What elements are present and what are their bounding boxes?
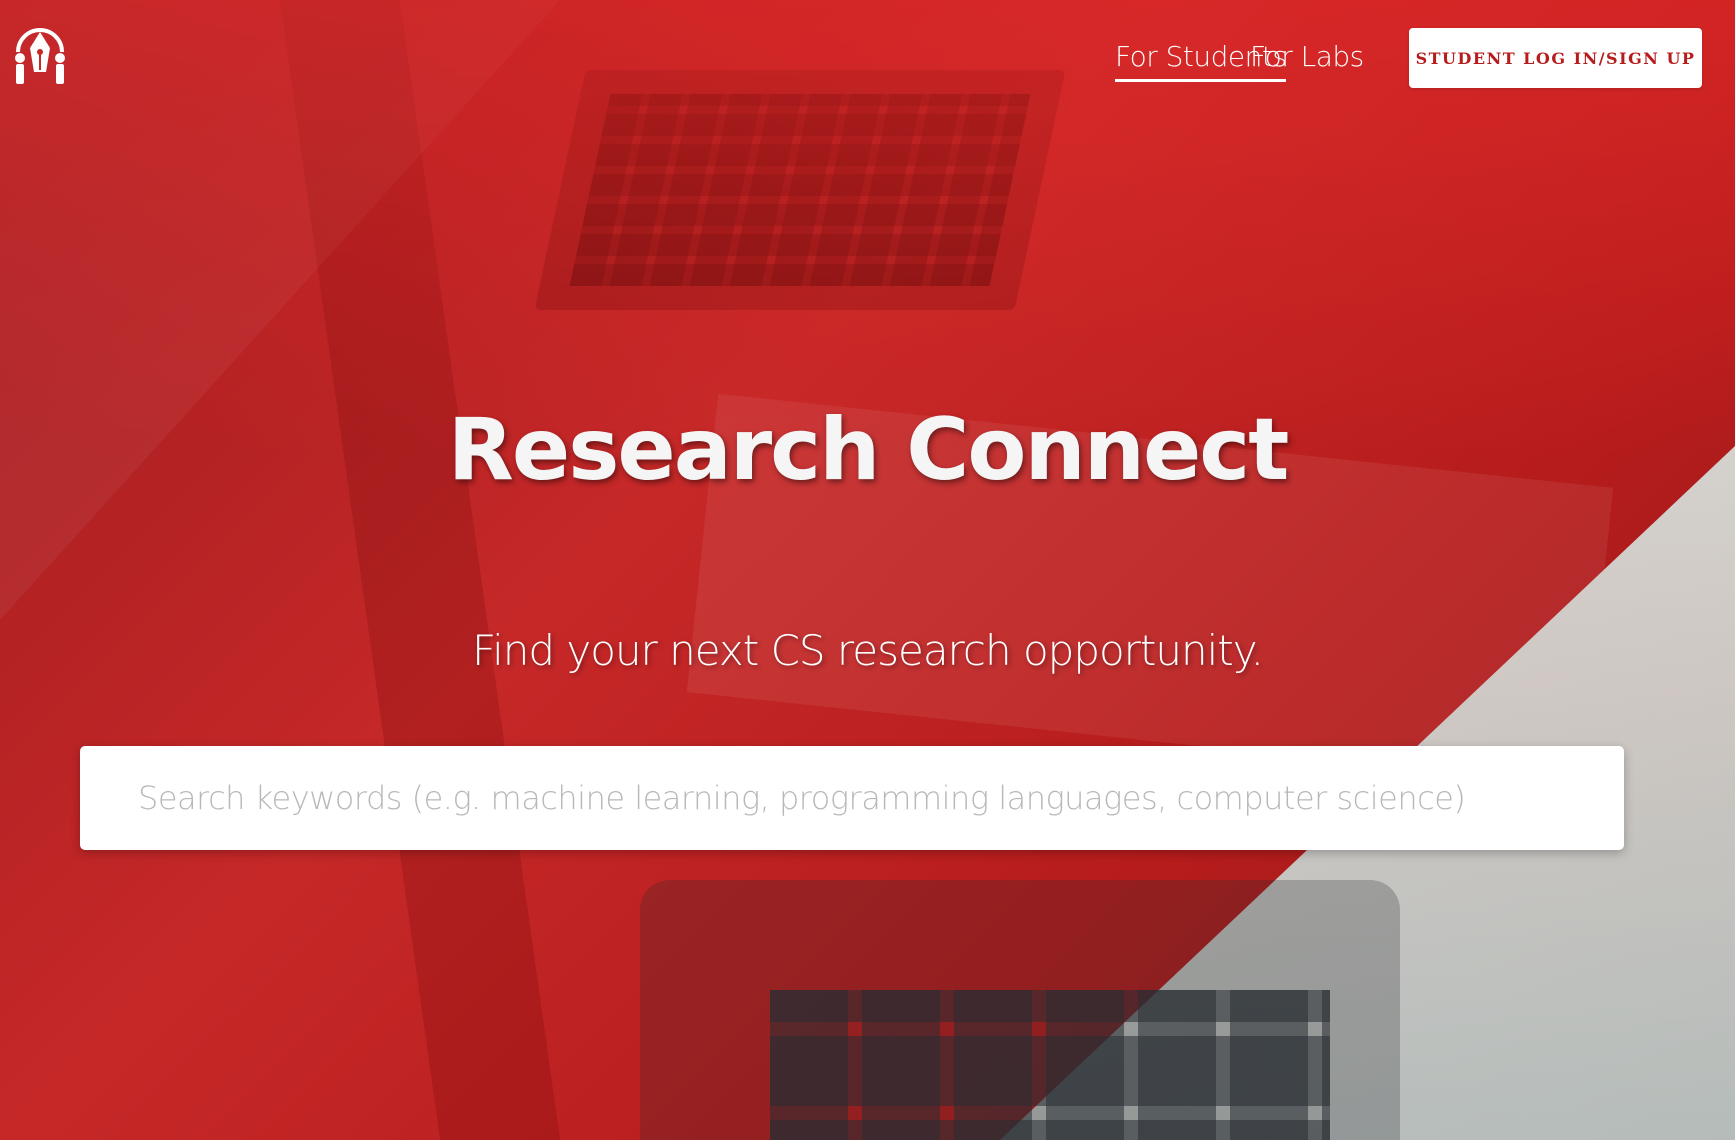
search-box	[80, 746, 1624, 850]
search-input[interactable]	[80, 746, 1624, 850]
hero-subtitle: Find your next CS research opportunity.	[471, 626, 1264, 675]
page-title: Research Connect	[447, 400, 1290, 500]
nav-for-labs[interactable]: For Labs	[1250, 40, 1364, 73]
background-keyboard	[640, 880, 1400, 1140]
pen-nib-people-logo	[15, 28, 65, 84]
hero-background	[0, 0, 1735, 1140]
student-login-signup-button[interactable]: STUDENT LOG IN/SIGN UP	[1409, 28, 1702, 88]
logo-icon[interactable]	[12, 18, 68, 88]
